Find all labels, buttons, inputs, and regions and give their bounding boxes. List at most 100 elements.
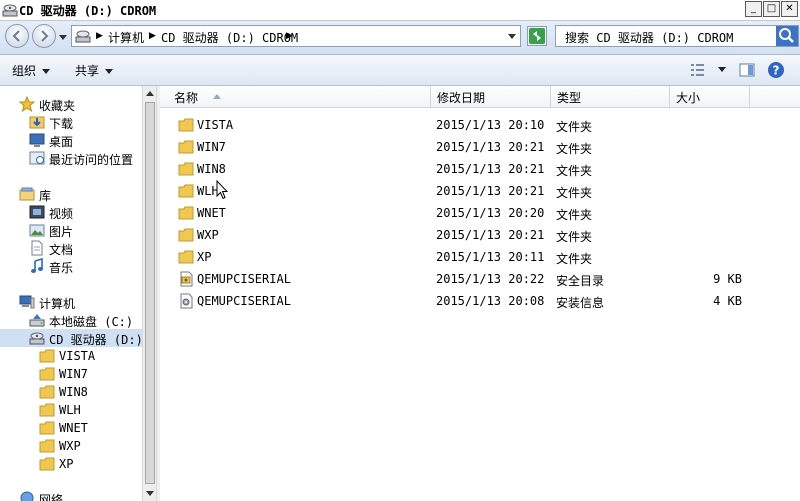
nav-subfolder[interactable]: WLH: [0, 401, 142, 419]
documents-icon: [31, 240, 43, 256]
pictures-icon: [29, 224, 45, 237]
crumb-computer[interactable]: 计算机: [108, 29, 144, 46]
nav-label: WIN8: [59, 385, 88, 399]
refresh-button[interactable]: [527, 26, 547, 46]
nav-cd-drive[interactable]: CD 驱动器 (D:): [0, 329, 142, 347]
nav-computer[interactable]: 计算机: [0, 293, 142, 311]
view-dropdown-icon[interactable]: [718, 67, 726, 72]
scrollbar-thumb[interactable]: [145, 102, 155, 484]
computer-icon: [19, 295, 35, 309]
crumb-cd-drive[interactable]: CD 驱动器 (D:) CDROM: [161, 29, 298, 46]
sort-ascending-icon: [213, 94, 221, 99]
crumb-separator-icon[interactable]: ▶: [96, 31, 103, 41]
file-type: 文件夹: [556, 252, 593, 266]
nav-label: WNET: [59, 421, 88, 435]
organize-button[interactable]: 组织: [12, 62, 51, 79]
nav-label: 视频: [49, 207, 74, 221]
nav-music[interactable]: 音乐: [0, 257, 142, 275]
view-options-icon[interactable]: [690, 63, 706, 77]
minimize-button[interactable]: _: [745, 1, 762, 17]
music-icon: [31, 258, 43, 273]
file-size: 9 KB: [713, 272, 742, 286]
nav-desktop[interactable]: 桌面: [0, 131, 142, 149]
title-bar: CD 驱动器 (D:) CDROM _ □ ✕: [0, 0, 800, 21]
back-button[interactable]: [5, 24, 29, 48]
close-button[interactable]: ✕: [781, 1, 798, 17]
nav-label: WIN7: [59, 367, 88, 381]
nav-subfolder[interactable]: WXP: [0, 437, 142, 455]
column-header-date[interactable]: 修改日期: [431, 86, 551, 107]
file-row[interactable]: WLH 2015/1/13 20:21 文件夹: [160, 180, 800, 202]
file-date: 2015/1/13 20:21: [436, 228, 545, 242]
nav-subfolder[interactable]: WIN8: [0, 383, 142, 401]
folder-icon: [39, 421, 55, 435]
scroll-up-icon[interactable]: [146, 91, 154, 96]
scroll-down-icon[interactable]: [146, 491, 154, 496]
file-name: WXP: [197, 228, 219, 242]
preview-pane-icon[interactable]: [739, 62, 755, 78]
file-date: 2015/1/13 20:08: [436, 294, 545, 308]
folder-icon: [39, 457, 55, 471]
file-row[interactable]: VISTA 2015/1/13 20:10 文件夹: [160, 114, 800, 136]
column-label: 修改日期: [437, 91, 486, 105]
nav-libraries[interactable]: 库: [0, 185, 142, 203]
nav-label: WLH: [59, 403, 81, 417]
address-bar[interactable]: ▶ 计算机 ▶ CD 驱动器 (D:) CDROM ▶: [71, 25, 521, 47]
share-button[interactable]: 共享: [75, 62, 114, 79]
nav-label: 最近访问的位置: [49, 153, 134, 167]
address-dropdown-icon[interactable]: [508, 34, 516, 39]
maximize-button[interactable]: □: [763, 1, 780, 17]
file-type: 文件夹: [556, 186, 593, 200]
folder-icon: [178, 184, 194, 198]
chevron-down-icon: [105, 69, 114, 74]
nav-documents[interactable]: 文档: [0, 239, 142, 257]
nav-recent-places[interactable]: 最近访问的位置: [0, 149, 142, 167]
crumb-separator-icon[interactable]: ▶: [286, 31, 293, 41]
forward-button[interactable]: [32, 24, 56, 48]
command-bar: 组织 共享 ?: [0, 55, 800, 86]
file-type: 安全目录: [556, 274, 605, 288]
file-type: 文件夹: [556, 230, 593, 244]
file-date: 2015/1/13 20:22: [436, 272, 545, 286]
nav-label: CD 驱动器 (D:): [49, 333, 142, 347]
file-row[interactable]: WIN8 2015/1/13 20:21 文件夹: [160, 158, 800, 180]
nav-subfolder[interactable]: XP: [0, 455, 142, 473]
crumb-separator-icon[interactable]: ▶: [149, 31, 156, 41]
nav-pictures[interactable]: 图片: [0, 221, 142, 239]
folder-icon: [178, 250, 194, 264]
file-name: WNET: [197, 206, 226, 220]
file-row[interactable]: QEMUPCISERIAL 2015/1/13 20:22 安全目录 9 KB: [160, 268, 800, 290]
nav-subfolder[interactable]: WNET: [0, 419, 142, 437]
file-row[interactable]: WXP 2015/1/13 20:21 文件夹: [160, 224, 800, 246]
file-date: 2015/1/13 20:20: [436, 206, 545, 220]
column-header-size[interactable]: 大小: [670, 86, 750, 107]
column-header-name[interactable]: 名称: [168, 86, 431, 107]
folder-icon: [178, 118, 194, 132]
nav-scrollbar[interactable]: [142, 86, 157, 501]
column-label: 类型: [557, 91, 582, 105]
column-header-type[interactable]: 类型: [551, 86, 670, 107]
nav-network[interactable]: 网络: [0, 489, 142, 501]
search-input[interactable]: 搜索 CD 驱动器 (D:) CDROM: [555, 25, 799, 47]
column-label: 名称: [174, 91, 199, 105]
nav-local-disk[interactable]: 本地磁盘 (C:): [0, 311, 142, 329]
nav-downloads[interactable]: 下载: [0, 113, 142, 131]
file-row[interactable]: WNET 2015/1/13 20:20 文件夹: [160, 202, 800, 224]
nav-subfolder[interactable]: WIN7: [0, 365, 142, 383]
nav-favorites[interactable]: 收藏夹: [0, 95, 142, 113]
folder-icon: [39, 367, 55, 381]
help-icon[interactable]: ?: [767, 61, 785, 79]
nav-label: 桌面: [49, 135, 74, 149]
file-date: 2015/1/13 20:10: [436, 118, 545, 132]
nav-label: 收藏夹: [39, 99, 76, 113]
search-button[interactable]: [776, 26, 798, 46]
file-row[interactable]: QEMUPCISERIAL 2015/1/13 20:08 安装信息 4 KB: [160, 290, 800, 312]
cd-drive-icon: [2, 4, 18, 17]
file-row[interactable]: WIN7 2015/1/13 20:21 文件夹: [160, 136, 800, 158]
nav-subfolder[interactable]: VISTA: [0, 347, 142, 365]
setup-info-icon: [180, 293, 193, 309]
nav-videos[interactable]: 视频: [0, 203, 142, 221]
nav-label: 下载: [49, 117, 74, 131]
history-dropdown-icon[interactable]: [59, 35, 67, 40]
file-row[interactable]: XP 2015/1/13 20:11 文件夹: [160, 246, 800, 268]
